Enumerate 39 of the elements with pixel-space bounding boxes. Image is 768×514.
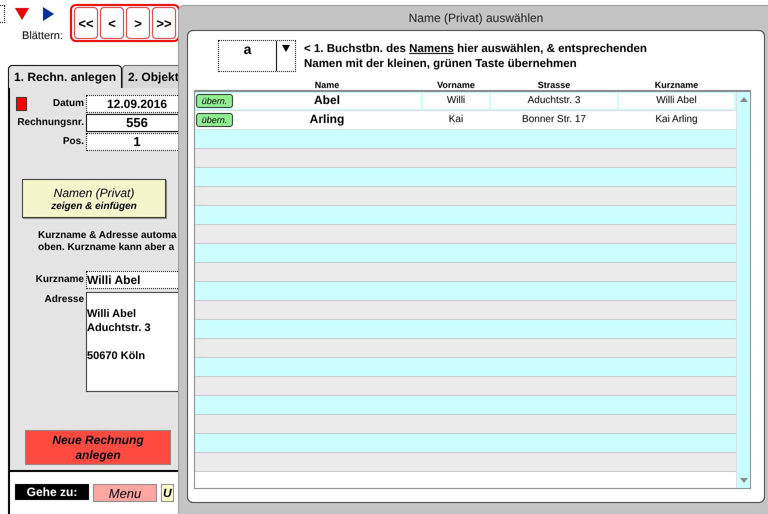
address-label: Adresse — [44, 293, 85, 307]
take-over-button[interactable]: übern. — [196, 113, 233, 127]
status-square — [16, 96, 27, 110]
hint-text: oben. Kurzname kann aber a — [38, 242, 176, 254]
name-row[interactable]: übern. Arling Kai Bonner Str. 17 Kai Arling — [195, 111, 736, 130]
field-edge — [0, 5, 5, 23]
instruction-text: < 1. Buchstbn. des Namens hier auswählen, & entsprechenden Namen mit der kleinen, grünen Taste übernehmen — [304, 42, 648, 72]
column-header: Strasse — [536, 80, 572, 90]
tab[interactable]: 1. Rechn. anlegen — [8, 65, 122, 88]
name-row[interactable]: übern. Abel Willi Aduchtstr. 3 Willi Abel — [195, 92, 736, 111]
browse-button[interactable]: > — [126, 7, 150, 39]
browse-button[interactable]: << — [74, 7, 98, 39]
new-invoice-button[interactable]: Neue Rechnung anlegen — [25, 430, 171, 465]
dropdown-arrow-icon — [282, 45, 290, 52]
invoice-number-label: Rechnungsnr. — [16, 117, 85, 128]
column-header: Vorname — [436, 80, 476, 90]
goto-label: Gehe zu: — [15, 484, 89, 500]
date-label: Datum — [52, 98, 85, 109]
table-cell: Abel — [233, 93, 421, 109]
goto-button[interactable]: U — [161, 484, 174, 502]
letter-dropdown[interactable]: a — [218, 40, 296, 72]
position-label: Pos. — [62, 136, 85, 147]
table-cell: Willi — [423, 93, 489, 109]
column-header: Kurzname — [654, 80, 700, 90]
dialog-title: Name (Privat) auswählen — [408, 10, 544, 27]
table-cell: Willi Abel — [619, 93, 734, 109]
hint-text: Kurzname & Adresse automa — [38, 230, 178, 242]
browse-label: Blättern: — [22, 30, 62, 42]
triangle-down-icon[interactable] — [15, 8, 29, 20]
short-name-label: Kurzname — [34, 274, 85, 285]
column-header: Name — [314, 80, 340, 90]
play-icon[interactable] — [43, 7, 54, 21]
table-cell: Aduchtstr. 3 — [491, 93, 617, 109]
names-button[interactable]: Namen (Privat) zeigen & einfügen — [22, 179, 166, 218]
browse-button[interactable]: < — [100, 7, 124, 39]
take-over-button[interactable]: übern. — [196, 94, 233, 108]
goto-button[interactable]: Menu — [93, 484, 157, 502]
scrollbar[interactable] — [736, 92, 750, 488]
browse-button[interactable]: >> — [152, 7, 176, 39]
